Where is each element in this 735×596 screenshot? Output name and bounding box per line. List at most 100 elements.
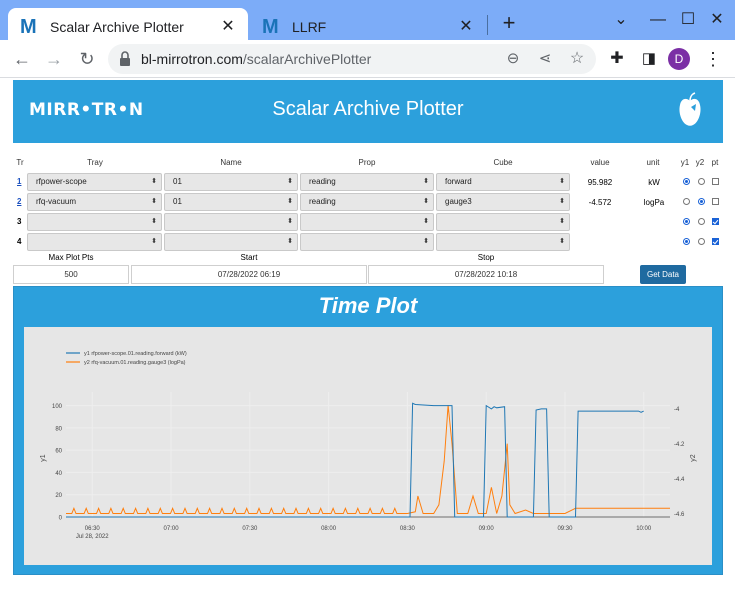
plot-title: Time Plot [318, 293, 418, 318]
forward-arrow-icon[interactable]: → [43, 48, 65, 70]
y2-radio[interactable] [698, 178, 705, 185]
browser-toolbar: ← → ↻ bl-mirrotron.com/scalarArchivePlot… [0, 40, 735, 78]
url-path: /scalarArchivePlotter [242, 51, 372, 67]
series-1-line [66, 402, 644, 518]
prop-select[interactable]: reading ⬍ [300, 173, 434, 191]
address-bar[interactable]: bl-mirrotron.com/scalarArchivePlotter ⊖ … [108, 44, 596, 74]
side-panel-icon[interactable]: ◨ [638, 48, 660, 70]
star-icon[interactable]: ☆ [566, 48, 588, 70]
select-arrow-icon: ⬍ [151, 218, 157, 225]
tray-select[interactable]: rfpower-scope ⬍ [27, 173, 162, 191]
col-y1: y1 [680, 158, 690, 167]
max-plot-pts-label: Max Plot Pts [48, 253, 94, 262]
menu-kebab-icon[interactable]: ⋮ [702, 48, 724, 70]
y1-axis-title: y1 [40, 454, 47, 462]
select-arrow-icon: ⬍ [151, 178, 157, 185]
prop-select-value: reading [309, 177, 336, 186]
col-prop: Prop [358, 158, 376, 167]
tab-title: Scalar Archive Plotter [50, 19, 184, 35]
prop-select[interactable]: ⬍ [300, 233, 434, 251]
tray-select[interactable]: rfq-vacuum ⬍ [27, 193, 162, 211]
close-icon[interactable]: ✕ [220, 19, 236, 35]
maximize-icon[interactable]: ☐ [678, 10, 698, 30]
apple-icon [679, 92, 701, 126]
close-icon[interactable]: ✕ [458, 19, 474, 35]
value-readout: 95.982 [587, 178, 613, 187]
y1-radio[interactable] [683, 238, 690, 245]
profile-avatar[interactable]: D [668, 48, 690, 70]
y1-tick-label: 20 [55, 493, 62, 499]
name-select[interactable]: 01 ⬍ [164, 173, 298, 191]
pt-checkbox[interactable] [712, 178, 719, 185]
cube-select[interactable]: gauge3 ⬍ [436, 193, 570, 211]
y1-radio[interactable] [683, 218, 690, 225]
start-label: Start [240, 253, 258, 262]
tray-select-value: rfq-vacuum [36, 197, 77, 206]
cube-select[interactable]: ⬍ [436, 213, 570, 231]
start-datetime-input[interactable]: 07/28/2022 06:19 [131, 265, 367, 284]
extensions-icon[interactable]: ✚ [606, 48, 628, 70]
url-text: bl-mirrotron.com/scalarArchivePlotter [141, 51, 371, 67]
x-tick-label: 08:00 [321, 526, 337, 532]
tray-select[interactable]: ⬍ [27, 213, 162, 231]
x-tick-label: 06:30 [85, 526, 101, 532]
get-data-button[interactable]: Get Data [640, 265, 686, 284]
y1-tick-label: 80 [55, 426, 62, 432]
select-arrow-icon: ⬍ [423, 178, 429, 185]
name-select[interactable]: 01 ⬍ [164, 193, 298, 211]
row-number-link: 3 [17, 217, 22, 226]
select-arrow-icon: ⬍ [287, 238, 293, 245]
cube-select[interactable]: ⬍ [436, 233, 570, 251]
select-arrow-icon: ⬍ [559, 238, 565, 245]
y2-tick-label: -4.4 [674, 477, 685, 483]
x-tick-label: 08:30 [400, 526, 416, 532]
cube-select[interactable]: forward ⬍ [436, 173, 570, 191]
select-arrow-icon: ⬍ [559, 178, 565, 185]
time-series-chart[interactable]: 0 20 40 60 80 100 -4.6 -4.4 -4.2 -4 06:30 07:00 07:3… [24, 340, 712, 562]
col-value: value [590, 158, 610, 167]
tray-select-value: rfpower-scope [36, 177, 87, 186]
stop-datetime-input[interactable]: 07/28/2022 10:18 [368, 265, 604, 284]
name-select-value: 01 [173, 197, 182, 206]
y1-radio[interactable] [683, 198, 690, 205]
pt-checkbox[interactable] [712, 238, 719, 245]
cube-select-value: gauge3 [445, 197, 472, 206]
y2-radio[interactable] [698, 238, 705, 245]
cube-select-value: forward [445, 177, 472, 186]
col-tr: Tr [16, 158, 24, 167]
row-number-link[interactable]: 2 [17, 197, 25, 206]
select-arrow-icon: ⬍ [287, 218, 293, 225]
name-select[interactable]: ⬍ [164, 233, 298, 251]
col-pt: pt [711, 158, 719, 167]
col-name: Name [220, 158, 242, 167]
prop-select[interactable]: ⬍ [300, 213, 434, 231]
name-select[interactable]: ⬍ [164, 213, 298, 231]
max-plot-pts-input[interactable]: 500 [13, 265, 129, 284]
tab-favicon: M [20, 16, 37, 38]
zoom-out-icon[interactable]: ⊖ [502, 48, 524, 70]
prop-select-value: reading [309, 197, 336, 206]
col-cube: Cube [493, 158, 513, 167]
y2-radio[interactable] [698, 218, 705, 225]
y2-tick-label: -4.2 [674, 442, 685, 448]
reload-icon[interactable]: ↻ [76, 48, 98, 70]
tab-title: LLRF [292, 19, 327, 35]
y1-tick-label: 100 [52, 404, 63, 410]
pt-checkbox[interactable] [712, 218, 719, 225]
y2-tick-label: -4.6 [674, 512, 685, 518]
pt-checkbox[interactable] [712, 198, 719, 205]
prop-select[interactable]: reading ⬍ [300, 193, 434, 211]
minimize-icon[interactable]: — [648, 10, 668, 30]
row-number-link[interactable]: 1 [17, 177, 25, 186]
window-close-icon[interactable]: ✕ [707, 10, 727, 30]
select-arrow-icon: ⬍ [559, 218, 565, 225]
y1-radio[interactable] [683, 178, 690, 185]
page-header: MIRR•TR•N Scalar Archive Plotter [13, 80, 723, 143]
back-arrow-icon[interactable]: ← [11, 48, 33, 70]
y2-radio[interactable] [698, 198, 705, 205]
chevron-down-icon[interactable]: ⌄ [611, 10, 631, 30]
new-tab-plus-icon[interactable]: + [498, 12, 520, 34]
share-icon[interactable]: ⋖ [534, 48, 556, 70]
tray-select[interactable]: ⬍ [27, 233, 162, 251]
value-readout: -4.572 [588, 198, 612, 207]
